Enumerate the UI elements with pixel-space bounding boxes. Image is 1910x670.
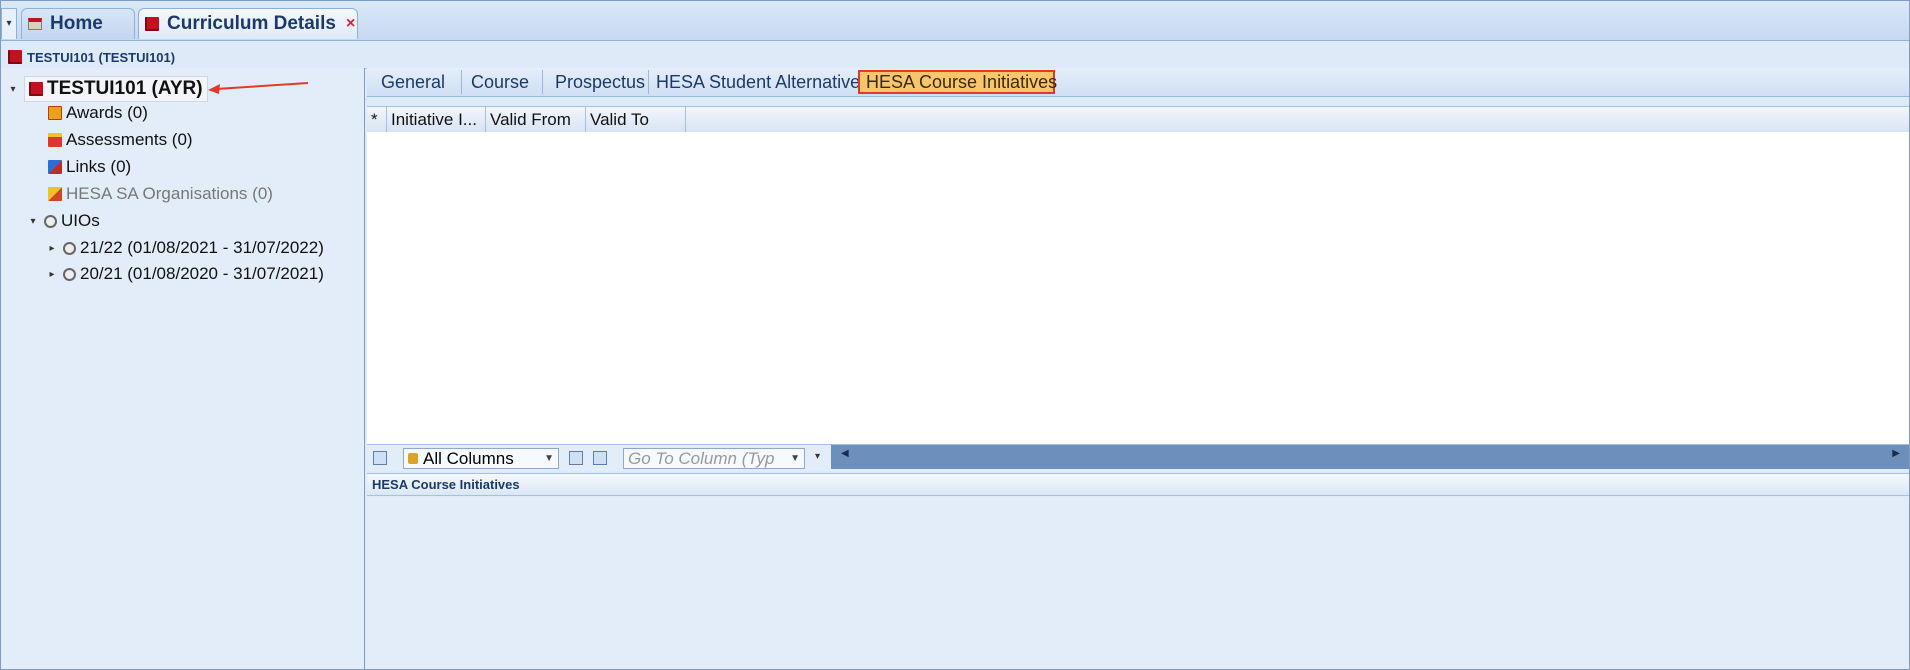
tree-item-assessments[interactable]: Assessments (0) <box>48 130 193 150</box>
goto-column-placeholder: Go To Column (Typ <box>628 448 775 468</box>
tab-curriculum-details-label: Curriculum Details <box>167 13 336 34</box>
column-chooser-icon[interactable] <box>593 451 607 465</box>
expand-icon[interactable]: ▸ <box>47 243 57 254</box>
column-header-valid-from[interactable]: Valid From <box>486 107 586 132</box>
tree-root[interactable]: ▾ TESTUI101 (AYR) <box>8 76 208 102</box>
column-select-value: All Columns <box>423 448 514 468</box>
tab-hesa-course-initiatives[interactable]: HESA Course Initiatives <box>858 70 1057 94</box>
breadcrumb-label: TESTUI101 (TESTUI101) <box>27 49 176 65</box>
tab-general[interactable]: General <box>375 70 462 94</box>
toolbar-overflow-icon[interactable]: ▾ <box>815 451 820 462</box>
book-icon <box>8 50 22 64</box>
tree-item-uio-2021[interactable]: ▸ 20/21 (01/08/2020 - 31/07/2021) <box>47 264 324 284</box>
book-icon <box>29 82 43 96</box>
curriculum-tree: ▾ TESTUI101 (AYR) Awards (0) Assessments… <box>0 68 365 670</box>
award-icon <box>48 106 62 120</box>
tree-root-label: TESTUI101 (AYR) <box>47 78 203 99</box>
tree-item-label: 20/21 (01/08/2020 - 31/07/2021) <box>80 264 324 283</box>
clock-icon <box>63 267 76 281</box>
annotation-arrow-icon <box>208 82 309 94</box>
clock-icon <box>63 241 76 255</box>
tree-item-uios[interactable]: ▾ UIOs <box>28 211 100 231</box>
chevron-down-icon: ▼ <box>544 453 554 464</box>
breadcrumb: TESTUI101 (TESTUI101) <box>0 46 1910 69</box>
tab-curriculum-details[interactable]: Curriculum Details × <box>138 8 358 39</box>
tree-root-selected[interactable]: TESTUI101 (AYR) <box>24 76 208 102</box>
column-header-initiative[interactable]: Initiative I... <box>387 107 486 132</box>
book-icon <box>145 17 159 31</box>
chevron-down-icon: ▼ <box>790 453 800 464</box>
organisation-icon <box>48 187 62 201</box>
assessment-icon <box>48 133 62 147</box>
detail-panel-header: HESA Course Initiatives <box>367 473 1910 496</box>
tree-item-label: 21/22 (01/08/2021 - 31/07/2022) <box>80 238 324 257</box>
clock-icon <box>44 214 57 228</box>
detail-panel-body <box>367 497 1910 670</box>
tree-item-hesa-sa-organisations[interactable]: HESA SA Organisations (0) <box>48 184 273 204</box>
expand-icon[interactable]: ▸ <box>47 269 57 280</box>
tree-item-label: Links (0) <box>66 157 132 176</box>
tree-item-label: UIOs <box>61 211 100 230</box>
goto-column-input[interactable]: Go To Column (Typ ▼ <box>623 448 805 469</box>
tree-item-links[interactable]: Links (0) <box>48 157 131 177</box>
links-icon <box>48 160 62 174</box>
tab-home-label: Home <box>50 13 103 34</box>
collapse-icon[interactable]: ▾ <box>8 84 18 95</box>
tab-course[interactable]: Course <box>465 70 543 94</box>
tree-item-label: Awards (0) <box>66 103 148 122</box>
lock-icon <box>408 453 418 464</box>
grid-layout-icon[interactable] <box>569 451 583 465</box>
tab-prospectus[interactable]: Prospectus <box>549 70 649 94</box>
grid-header: * Initiative I... Valid From Valid To <box>367 106 1910 133</box>
close-icon[interactable]: × <box>346 15 355 33</box>
tree-item-awards[interactable]: Awards (0) <box>48 103 148 123</box>
tree-item-label: Assessments (0) <box>66 130 193 149</box>
collapse-icon[interactable]: ▾ <box>28 216 38 227</box>
grid-body[interactable] <box>367 132 1910 445</box>
scroll-right-icon[interactable]: ▶ <box>1892 448 1900 459</box>
tab-hesa-student-alternative[interactable]: HESA Student Alternative <box>650 70 860 94</box>
tree-item-label: HESA SA Organisations (0) <box>66 184 273 203</box>
tab-list-dropdown-button[interactable]: ▾ <box>1 8 17 39</box>
document-tab-strip: ▾ Home Curriculum Details × <box>0 0 1910 41</box>
tab-home[interactable]: Home <box>21 8 135 39</box>
detail-tab-strip: General Course Prospectus HESA Student A… <box>367 68 1910 97</box>
horizontal-scrollbar[interactable]: ◀ ▶ <box>831 445 1910 469</box>
column-select[interactable]: All Columns ▼ <box>403 448 559 469</box>
home-icon <box>28 18 42 30</box>
column-header-valid-to[interactable]: Valid To <box>586 107 686 132</box>
column-header-new-row[interactable]: * <box>367 107 387 132</box>
tree-item-uio-2122[interactable]: ▸ 21/22 (01/08/2021 - 31/07/2022) <box>47 238 324 258</box>
export-excel-icon[interactable] <box>373 451 387 465</box>
scroll-left-icon[interactable]: ◀ <box>841 448 849 459</box>
